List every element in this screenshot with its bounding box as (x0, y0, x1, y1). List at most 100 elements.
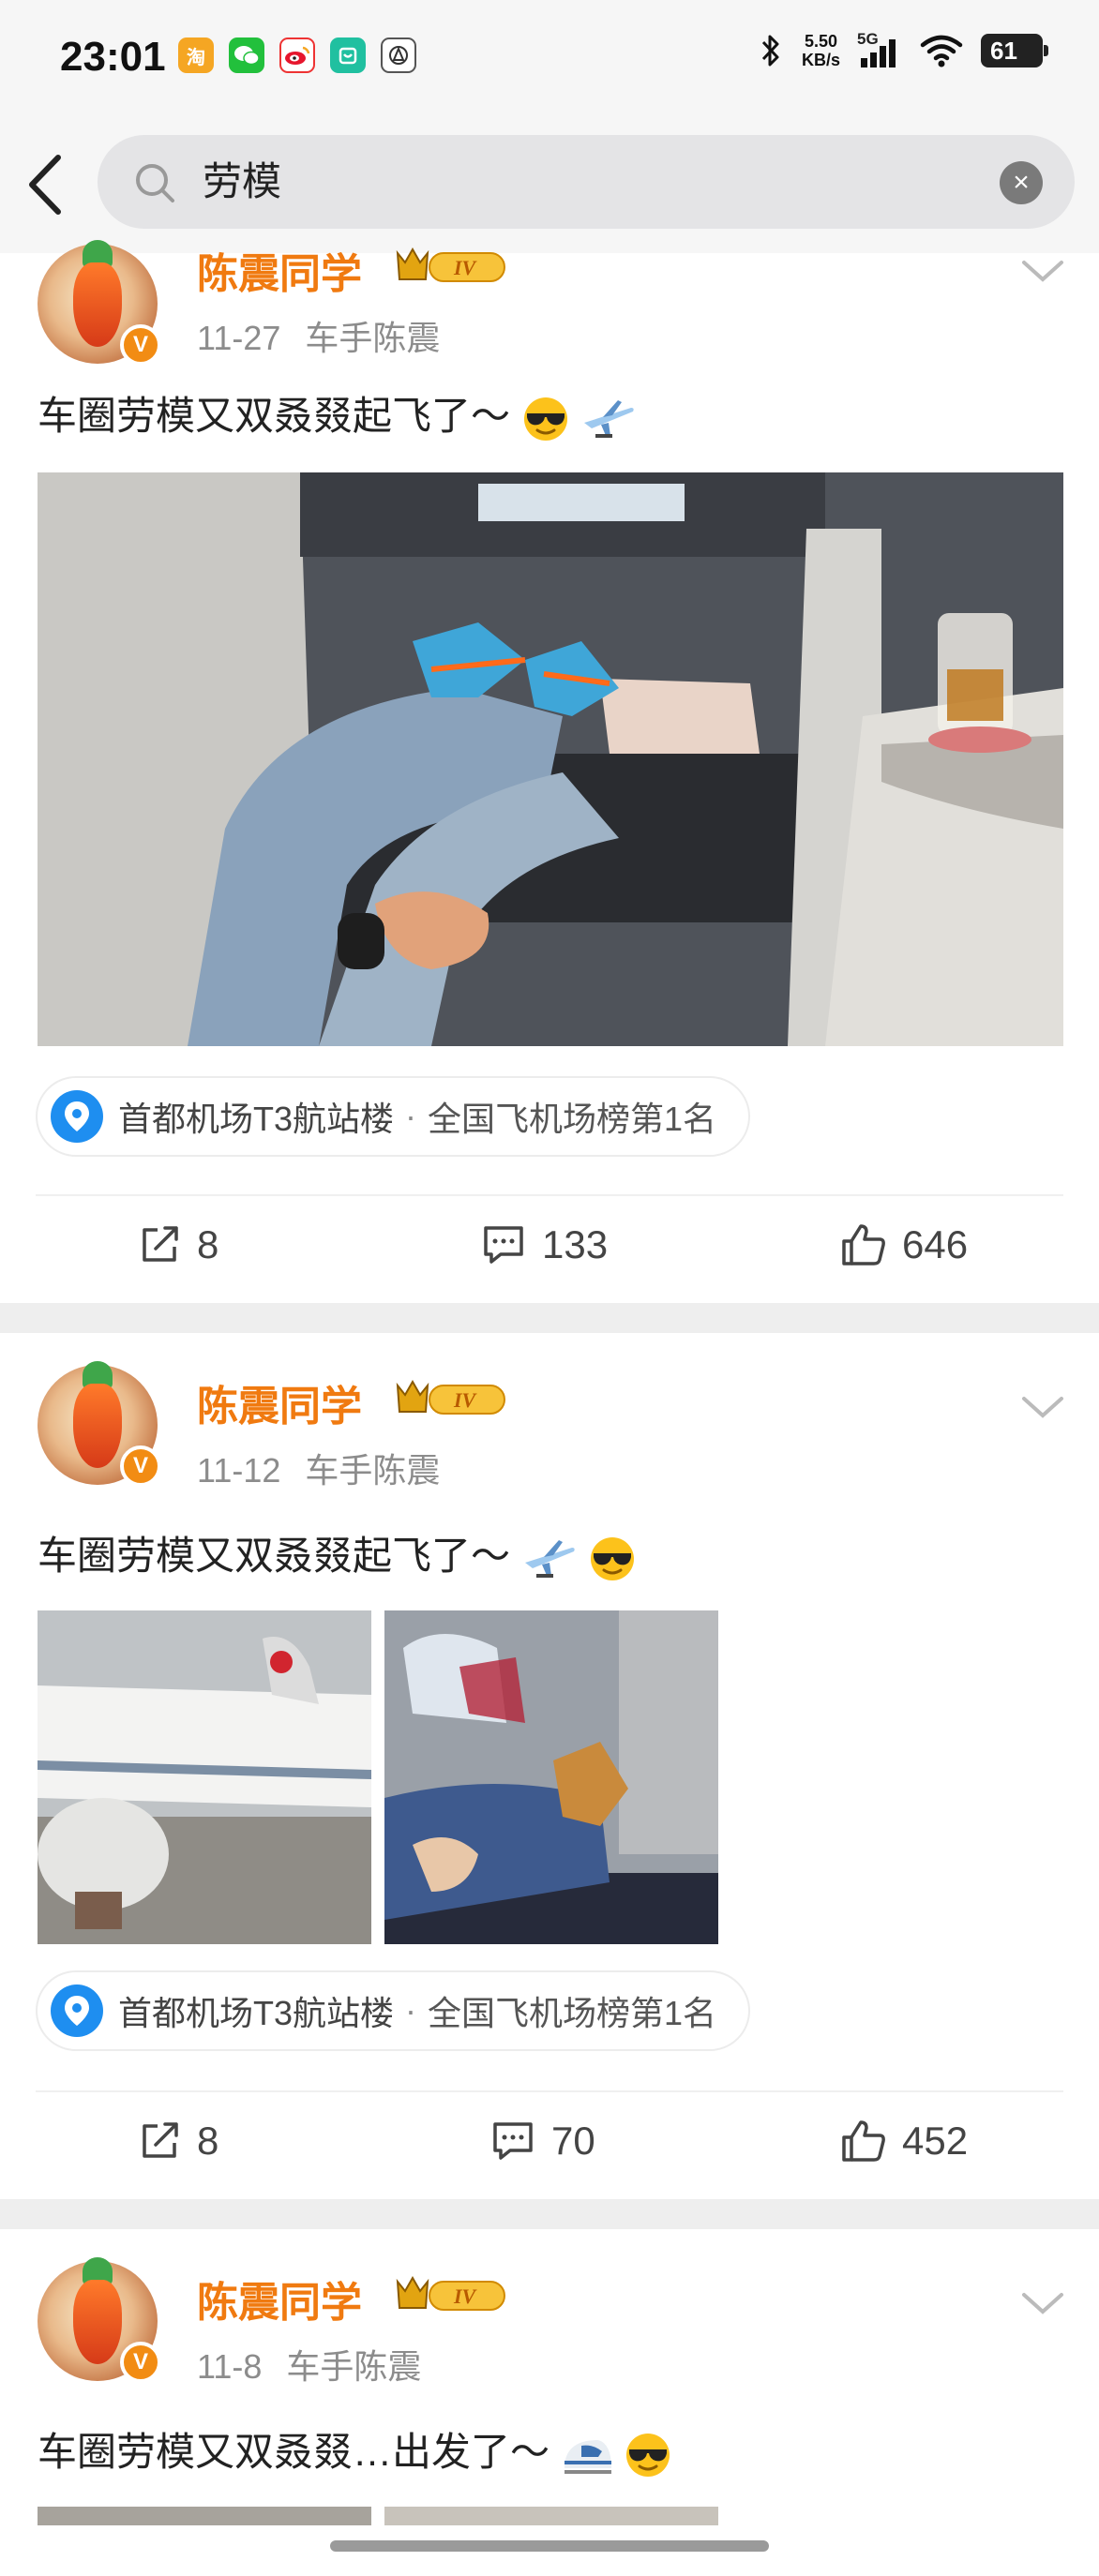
post-date: 11-12 (197, 1451, 281, 1490)
repost-button[interactable]: 8 (137, 2119, 218, 2164)
vip-level-text: IV (453, 1388, 478, 1412)
bluetooth-icon (761, 35, 779, 67)
comment-count: 70 (551, 2119, 595, 2163)
repost-count: 8 (197, 1222, 219, 1266)
system-icons: 5.50 KB/s 5G 61 (757, 30, 1048, 69)
location-tag[interactable]: 首都机场T3航站楼 · 全国飞机场榜第1名 (36, 1076, 751, 1157)
post-username[interactable]: 陈震同学 (197, 1372, 362, 1432)
location-separator: · (405, 1991, 417, 2029)
comment-button[interactable]: 70 (489, 2119, 595, 2164)
search-bar[interactable]: × (98, 135, 1075, 229)
wechat-icon (229, 37, 264, 73)
search-input[interactable] (203, 156, 953, 201)
home-indicator[interactable] (330, 2540, 769, 2552)
repost-icon (143, 1226, 178, 1262)
chevron-down-icon[interactable] (1020, 257, 1065, 285)
avatar[interactable]: V (38, 2257, 161, 2383)
chevron-down-icon[interactable] (1020, 1393, 1065, 1421)
post-text-content: 车圈劳模又双叒叕起飞了～ (38, 1534, 511, 1578)
weibo-icon (279, 37, 315, 73)
comment-count: 133 (542, 1222, 609, 1266)
post-text-content: 车圈劳模又双叒叕…出发了～ (38, 2430, 550, 2474)
post-date: 11-27 (197, 319, 281, 357)
post-photo[interactable] (38, 2507, 371, 2525)
location-separator: · (405, 1097, 417, 1135)
like-count: 452 (902, 2119, 969, 2163)
network-speed-value: 5.50 (804, 32, 838, 51)
thumbs-up-icon (842, 2120, 885, 2162)
sunglasses-emoji-icon (523, 397, 567, 441)
wifi-icon (920, 35, 963, 67)
vip-level-badge: IV (396, 2275, 505, 2311)
like-button[interactable]: 646 (840, 1222, 968, 1267)
post-photo[interactable] (38, 472, 1063, 1046)
network-speed-unit: KB/s (801, 51, 840, 69)
post-card[interactable]: V 陈震同学 IV 11-12 车手陈震 车圈劳模又双叒叕起飞了～ 首都机场T3… (0, 1333, 1099, 2195)
verified-badge-icon: V (120, 2342, 161, 2383)
post-text-content: 车圈劳模又双叒叕起飞了～ (38, 394, 511, 438)
search-header: × (0, 112, 1099, 253)
airplane-emoji-icon (584, 399, 635, 438)
vip-level-text: IV (453, 2284, 478, 2308)
vip-level-text: IV (453, 256, 478, 279)
vip-level-badge: IV (396, 1379, 505, 1415)
like-button[interactable]: 452 (840, 2119, 968, 2164)
post-username[interactable]: 陈震同学 (197, 2269, 362, 2329)
post-meta: 11-12 车手陈震 (197, 1444, 464, 1492)
clear-search-button[interactable]: × (1000, 161, 1043, 204)
status-time: 23:01 (60, 34, 166, 80)
comment-icon (484, 1226, 523, 1264)
sunglasses-emoji-icon (626, 2433, 670, 2477)
bullet-train-emoji-icon (564, 2439, 611, 2474)
chevron-down-icon[interactable] (1020, 2289, 1065, 2317)
signal-icon: 5G (857, 30, 902, 69)
notification-icons: 淘 (178, 37, 416, 73)
thumbs-up-icon (842, 1224, 885, 1266)
like-count: 646 (902, 1222, 969, 1266)
back-arrow-icon (29, 155, 61, 215)
post-card[interactable]: V 陈震同学 IV 11-27 车手陈震 车圈劳模又双叒叕起飞了～ 首都机场T3… (0, 240, 1099, 1303)
post-photo[interactable] (384, 2507, 718, 2525)
post-separator (0, 2199, 1099, 2229)
post-source: 车手陈震 (305, 1451, 441, 1490)
search-icon (136, 164, 174, 202)
network-speed: 5.50 KB/s (802, 32, 840, 69)
settings-icon (381, 37, 416, 73)
repost-icon (143, 2122, 178, 2158)
airplane-emoji-icon (524, 1539, 575, 1578)
vip-level-badge: IV (396, 247, 505, 282)
post-text: 车圈劳模又双叒叕起飞了～ (38, 1524, 637, 1583)
post-meta: 11-8 车手陈震 (197, 2340, 445, 2389)
location-name: 首都机场T3航站楼 (118, 1994, 395, 2032)
post-date: 11-8 (197, 2347, 263, 2386)
battery-level: 61 (990, 36, 1017, 65)
repost-button[interactable]: 8 (137, 1222, 218, 1267)
avatar[interactable]: V (38, 1361, 161, 1487)
avatar[interactable]: V (38, 240, 161, 366)
location-name: 首都机场T3航站楼 (118, 1100, 395, 1138)
post-source: 车手陈震 (286, 2347, 422, 2386)
post-separator (0, 1303, 1099, 1333)
status-bar: 23:01 淘 5.50 KB/s 5G 61 (0, 0, 1099, 112)
post-photo[interactable] (384, 1610, 718, 1944)
location-tag[interactable]: 首都机场T3航站楼 · 全国飞机场榜第1名 (36, 1970, 751, 2051)
post-photo[interactable] (38, 1610, 371, 1944)
post-source: 车手陈震 (305, 319, 441, 357)
divider (36, 2090, 1063, 2092)
post-username[interactable]: 陈震同学 (197, 240, 362, 300)
comment-icon (493, 2122, 533, 2160)
app-icon (330, 37, 366, 73)
comment-button[interactable]: 133 (480, 1222, 608, 1267)
verified-badge-icon: V (120, 324, 161, 366)
post-card[interactable]: V 陈震同学 IV 11-8 车手陈震 车圈劳模又双叒叕…出发了～ (0, 2229, 1099, 2576)
post-text: 车圈劳模又双叒叕…出发了～ (38, 2420, 672, 2479)
verified-badge-icon: V (120, 1445, 161, 1487)
battery-indicator: 61 (981, 34, 1048, 67)
close-icon: × (1013, 167, 1030, 198)
post-meta: 11-27 车手陈震 (197, 311, 464, 360)
taobao-icon: 淘 (178, 37, 214, 73)
post-text: 车圈劳模又双叒叕起飞了～ (38, 384, 637, 443)
location-pin-icon (51, 1984, 103, 2037)
back-button[interactable] (21, 152, 77, 217)
repost-count: 8 (197, 2119, 219, 2163)
